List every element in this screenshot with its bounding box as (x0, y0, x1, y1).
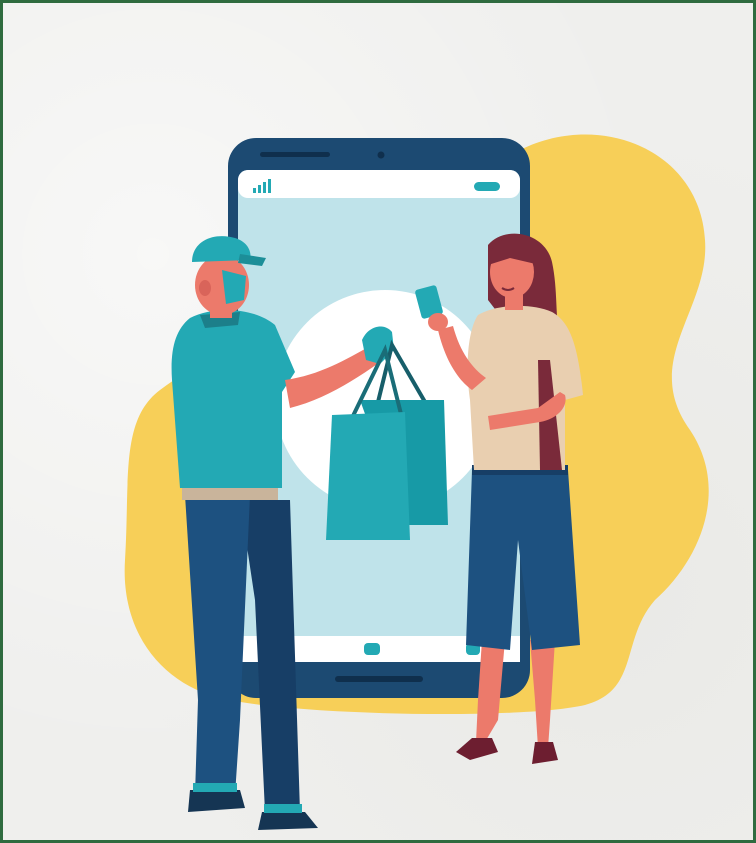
phone-bottom-slot (335, 676, 423, 682)
delivery-illustration (124, 134, 709, 830)
home-button-icon (364, 643, 380, 655)
courier-shoe-right (258, 812, 318, 830)
customer-shoe-right (532, 742, 558, 764)
courier-sock-right (264, 804, 302, 813)
courier-shoe-left (188, 790, 245, 812)
phone-speaker (260, 152, 330, 157)
courier-face-mask (222, 270, 246, 304)
courier-front-leg (185, 495, 250, 795)
courier-ear (199, 280, 211, 296)
courier-torso (171, 309, 295, 488)
courier-belt (182, 486, 278, 500)
bag-front (326, 412, 410, 540)
customer-shoe-left (456, 738, 498, 760)
battery-icon (474, 182, 500, 191)
phone-camera (377, 151, 385, 159)
courier-sock-left (193, 783, 237, 792)
customer-hand (428, 313, 448, 331)
